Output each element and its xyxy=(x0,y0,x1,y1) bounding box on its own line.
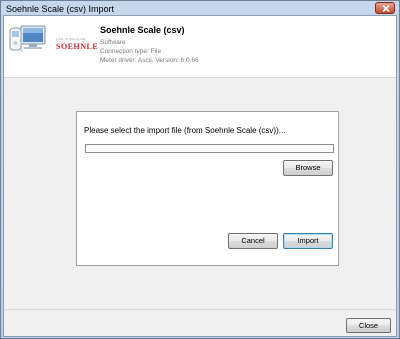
device-category: Software xyxy=(100,39,126,46)
device-header: LIVE IN BALANCE SOEHNLE Soehnle Scale (c… xyxy=(4,16,396,78)
connection-type: Connection type: File xyxy=(100,48,162,55)
cancel-button[interactable]: Cancel xyxy=(228,233,278,249)
window-close-button[interactable] xyxy=(375,2,395,14)
file-path-input[interactable] xyxy=(85,144,334,153)
dialog-client-area: LIVE IN BALANCE SOEHNLE Soehnle Scale (c… xyxy=(3,15,397,337)
import-window: Soehnle Scale (csv) Import LIVE IN BALAN… xyxy=(0,0,400,339)
meter-driver-version: Meter driver: Ascii, Version: 6.0.66 xyxy=(100,57,199,64)
import-panel: Please select the import file (from Soeh… xyxy=(76,111,339,266)
device-name: Soehnle Scale (csv) xyxy=(100,25,185,35)
close-button[interactable]: Close xyxy=(346,318,391,333)
monitor-meter-icon xyxy=(9,25,46,53)
close-icon xyxy=(382,5,390,12)
import-prompt: Please select the import file (from Soeh… xyxy=(84,126,286,135)
import-button[interactable]: Import xyxy=(283,233,333,249)
logo-tagline: LIVE IN BALANCE xyxy=(56,37,86,41)
window-title: Soehnle Scale (csv) Import xyxy=(6,4,115,14)
browse-button[interactable]: Browse xyxy=(283,160,333,176)
footer-divider xyxy=(4,309,396,310)
brand-logo: LIVE IN BALANCE SOEHNLE xyxy=(56,37,99,51)
logo-wordmark: SOEHNLE xyxy=(56,42,99,51)
